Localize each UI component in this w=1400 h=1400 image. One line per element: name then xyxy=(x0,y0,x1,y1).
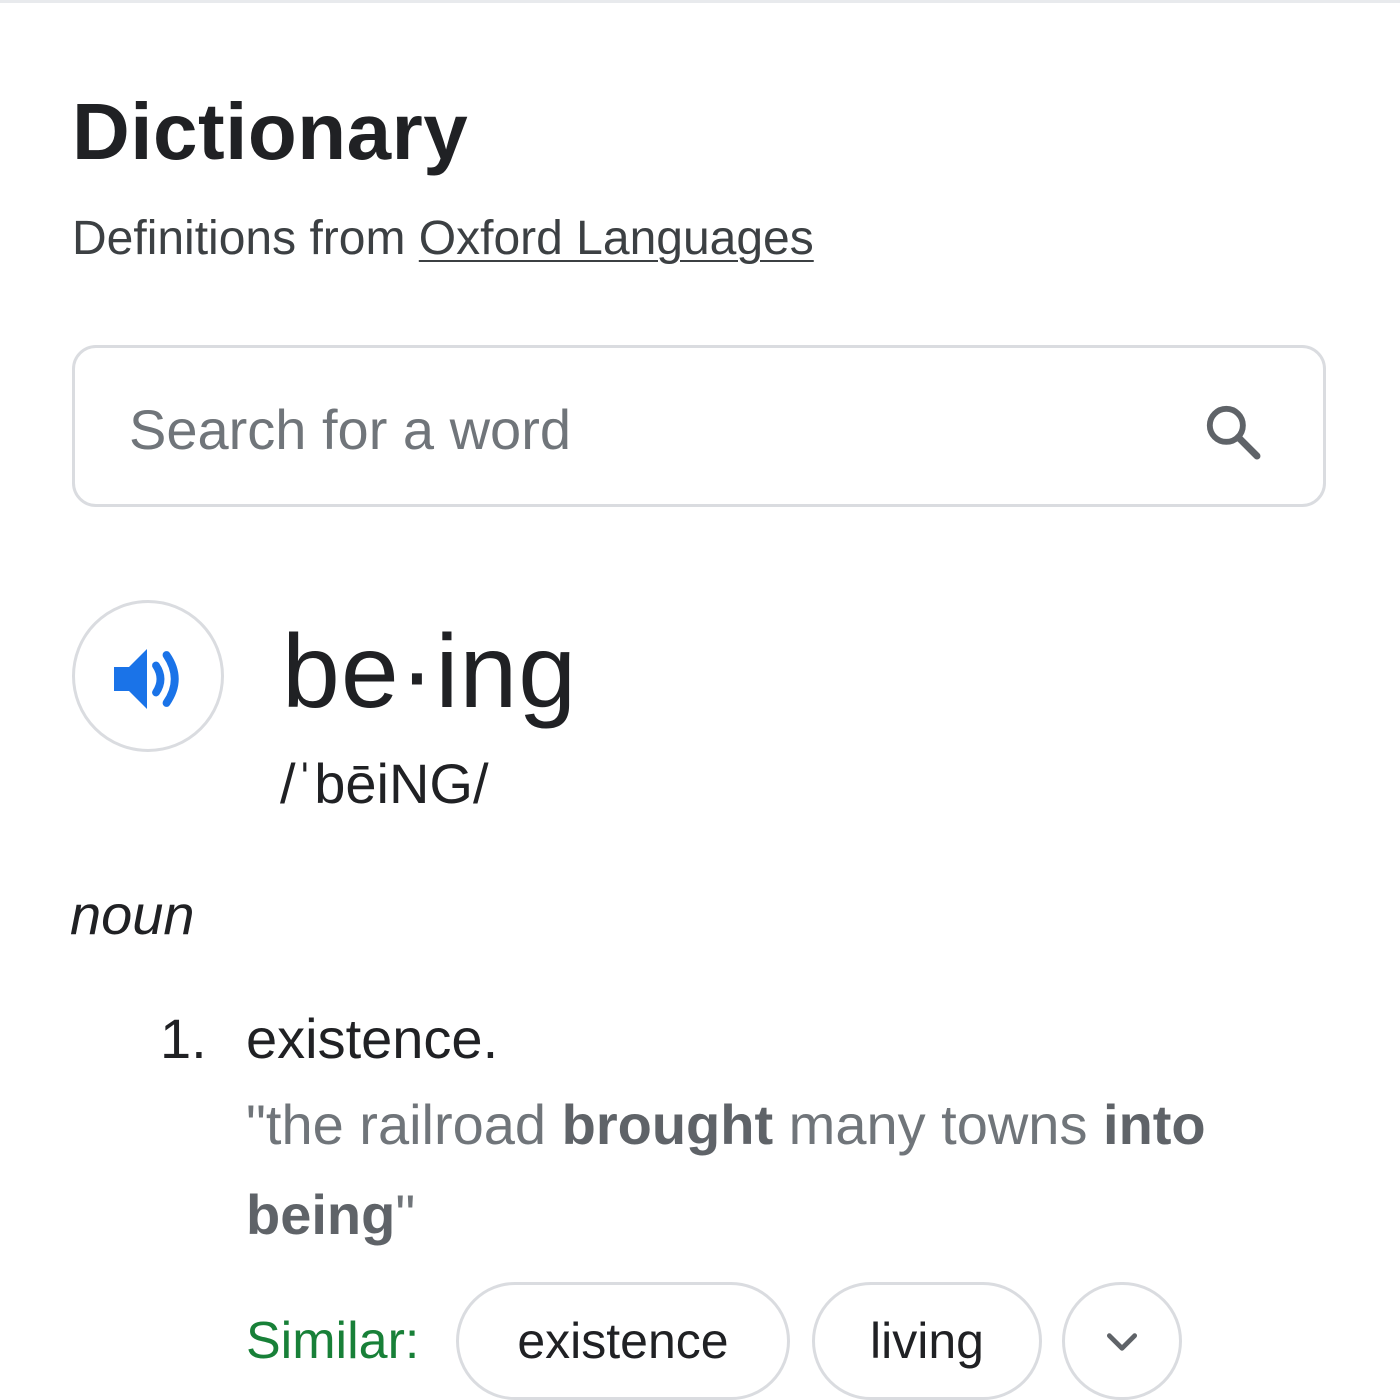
pronunciation-audio-button[interactable] xyxy=(72,600,224,752)
similar-word-chip[interactable]: living xyxy=(812,1282,1042,1400)
example-emphasis: brought xyxy=(561,1093,774,1156)
definition-number: 1. xyxy=(160,1007,207,1070)
example-close-quote: " xyxy=(395,1183,416,1246)
search-icon[interactable] xyxy=(1201,400,1265,464)
definition-text: existence. xyxy=(246,1007,499,1070)
chevron-down-icon xyxy=(1106,1333,1138,1351)
phonetic-spelling: /ˈbēiNG/ xyxy=(280,752,489,815)
example-text: many towns xyxy=(773,1093,1104,1156)
oxford-languages-link[interactable]: Oxford Languages xyxy=(419,212,814,265)
speaker-icon xyxy=(114,649,179,709)
example-emphasis: being xyxy=(246,1183,396,1246)
headword: be·ing xyxy=(282,614,578,730)
search-input[interactable] xyxy=(127,378,1171,480)
similar-word-chip[interactable]: existence xyxy=(456,1282,790,1400)
show-more-similar-button[interactable] xyxy=(1062,1282,1182,1400)
top-divider xyxy=(0,0,1400,3)
source-line: Definitions from Oxford Languages xyxy=(72,210,814,268)
example-emphasis: into xyxy=(1103,1093,1206,1156)
example-text: the railroad xyxy=(265,1093,562,1156)
part-of-speech: noun xyxy=(70,883,195,946)
example-sentence: "the railroad brought many towns into be… xyxy=(246,1080,1346,1260)
similar-label: Similar: xyxy=(246,1312,420,1370)
example-open-quote: " xyxy=(246,1093,266,1156)
source-prefix: Definitions from xyxy=(72,212,406,265)
page-title: Dictionary xyxy=(72,87,469,176)
search-box[interactable] xyxy=(72,345,1326,507)
